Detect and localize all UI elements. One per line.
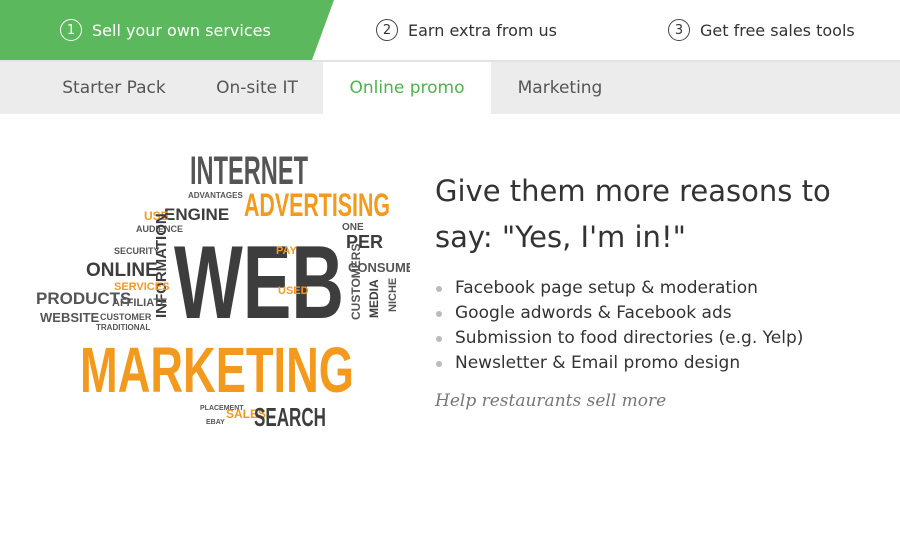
step-label: Earn extra from us <box>408 20 558 40</box>
tagline: Help restaurants sell more <box>435 391 667 411</box>
feature-item: Facebook page setup & moderation <box>436 276 803 301</box>
step-label: Sell your own services <box>92 20 271 40</box>
word-customers: CUSTOMERS <box>349 244 363 320</box>
word-website: WEBSITE <box>40 310 100 325</box>
word-advantages: ADVANTAGES <box>188 191 243 200</box>
step-earn-extra-from-us[interactable]: 2 Earn extra from us <box>376 0 557 60</box>
word-pay: PAY <box>276 245 297 257</box>
web-marketing-word-cloud: INTERNET ADVANTAGES ADVERTISING ENGINE U… <box>36 149 410 432</box>
feature-list: Facebook page setup & moderation Google … <box>436 276 803 376</box>
word-engine: ENGINE <box>164 205 229 224</box>
feature-item: Newsletter & Email promo design <box>436 351 803 376</box>
word-affiliate: AFFILIATE <box>112 297 167 309</box>
feature-item: Submission to food directories (e.g. Yel… <box>436 326 803 351</box>
word-online: ONLINE <box>86 260 158 281</box>
word-marketing: MARKETING <box>80 334 354 406</box>
word-search: SEARCH <box>254 402 326 432</box>
word-web: WEB <box>174 225 344 341</box>
word-customer: CUSTOMER <box>100 312 152 322</box>
feature-item: Google adwords & Facebook ads <box>436 301 803 326</box>
step-label: Get free sales tools <box>700 20 855 40</box>
tab-on-site-it[interactable]: On-site IT <box>194 62 320 114</box>
step-number: 2 <box>376 19 398 41</box>
step-get-free-sales-tools[interactable]: 3 Get free sales tools <box>668 0 855 60</box>
word-traditional: TRADITIONAL <box>96 323 150 332</box>
tab-marketing[interactable]: Marketing <box>495 62 625 114</box>
category-tabs: Starter Pack On-site IT Online promo Mar… <box>0 62 900 114</box>
step-number: 3 <box>668 19 690 41</box>
section-heading: Give them more reasons to say: "Yes, I'm… <box>435 174 831 254</box>
tab-starter-pack[interactable]: Starter Pack <box>40 62 188 114</box>
word-ebay: EBAY <box>206 419 225 426</box>
word-media: MEDIA <box>367 279 381 318</box>
word-niche: NICHE <box>387 278 399 312</box>
tab-online-promo[interactable]: Online promo <box>323 62 491 114</box>
step-number: 1 <box>60 19 82 41</box>
word-advertising: ADVERTISING <box>244 187 390 223</box>
word-used: USED <box>278 285 309 297</box>
step-sell-your-own-services[interactable]: 1 Sell your own services <box>60 0 271 60</box>
steps-bar: 1 Sell your own services 2 Earn extra fr… <box>0 0 900 62</box>
